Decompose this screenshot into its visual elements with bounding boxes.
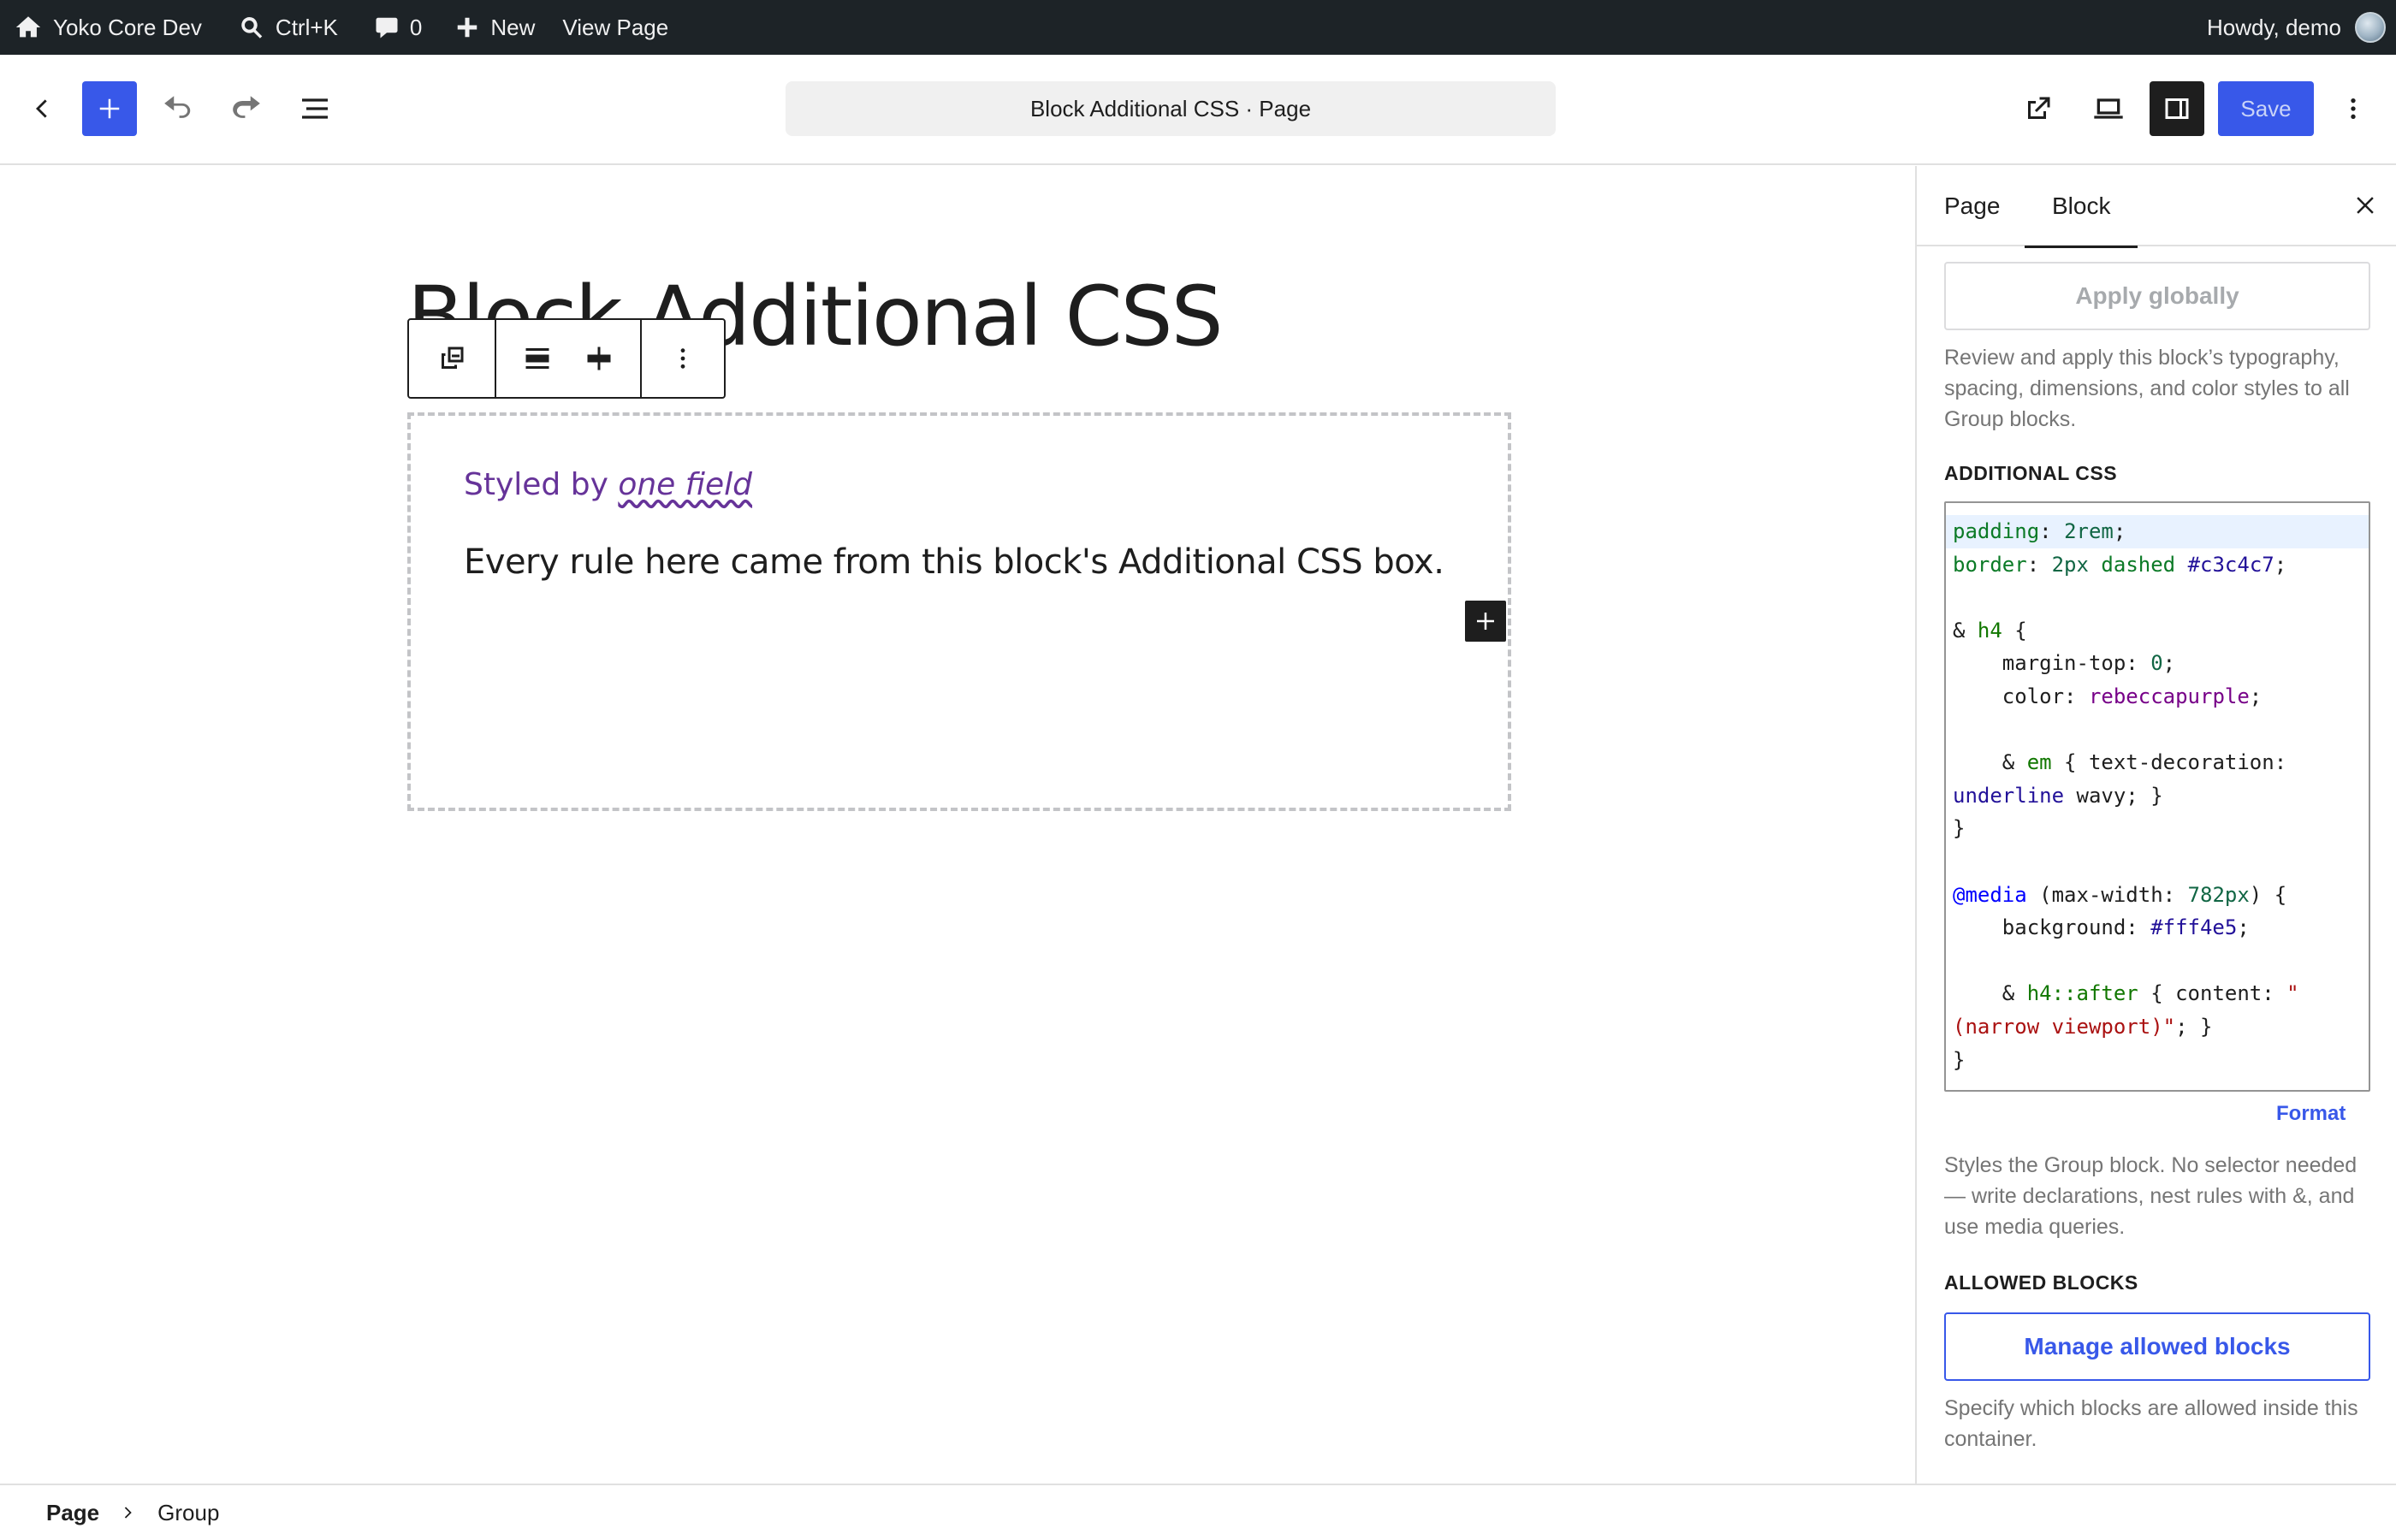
heading-emphasis: one field [618, 467, 753, 502]
tab-page[interactable]: Page [1944, 166, 2000, 246]
site-name-link[interactable]: Yoko Core Dev [0, 0, 214, 55]
code-line: underline wavy; } [1953, 783, 2163, 808]
code-line: } [1953, 1047, 1966, 1072]
comment-icon [376, 17, 398, 38]
search-shortcut: Ctrl+K [275, 14, 338, 40]
apply-globally-button[interactable]: Apply globally [1944, 262, 2370, 330]
external-link-icon [2028, 97, 2050, 119]
allowed-blocks-label: ALLOWED BLOCKS [1944, 1271, 2138, 1294]
transform-button[interactable] [409, 320, 495, 397]
plus-icon [99, 98, 120, 119]
view-page-label: View Page [562, 14, 669, 40]
settings-sidebar: Page Block Apply globally Review and app… [1915, 166, 2396, 1484]
sidebar-tabs: Page Block [1917, 166, 2396, 248]
breadcrumb-page[interactable]: Page [46, 1500, 99, 1526]
group-heading[interactable]: Styled by one field [464, 467, 752, 502]
editor-header: Block Additional CSS · Page Save [0, 55, 2396, 165]
block-appender-button[interactable] [1465, 601, 1506, 642]
code-line: color: rebeccapurple; [1953, 684, 2263, 708]
more-vertical-icon [2351, 98, 2356, 119]
redo-button[interactable] [222, 81, 270, 136]
additional-css-editor[interactable]: padding: 2rem; border: 2px dashed #c3c4c… [1944, 501, 2370, 1092]
options-menu-button[interactable] [2333, 81, 2374, 136]
heading-prefix: Styled by [464, 467, 619, 502]
more-vertical-icon [680, 348, 685, 369]
justify-button[interactable] [568, 320, 630, 397]
comments-link[interactable]: 0 [362, 0, 434, 55]
group-block[interactable]: Styled by one field Every rule here came… [407, 412, 1511, 811]
additional-css-label: ADDITIONAL CSS [1944, 462, 2118, 484]
comments-count: 0 [409, 14, 423, 40]
view-page-link[interactable]: View Page [550, 0, 680, 55]
admin-bar: Yoko Core Dev Ctrl+K 0 New View Page How… [0, 0, 2396, 55]
back-button[interactable] [21, 81, 62, 136]
sidebar-icon [2165, 98, 2189, 119]
code-line: border: 2px dashed #c3c4c7; [1953, 552, 2287, 577]
group-icon [442, 346, 464, 369]
undo-icon [164, 96, 191, 118]
tab-block[interactable]: Block [2024, 166, 2139, 248]
command-palette-button[interactable]: Ctrl+K [226, 0, 350, 55]
close-sidebar-button[interactable] [2345, 185, 2386, 226]
toolbar-segment-layout [496, 320, 642, 397]
view-page-button[interactable] [2014, 81, 2062, 136]
block-toolbar [407, 318, 726, 399]
code-line: padding: 2rem; [1946, 515, 2369, 548]
undo-button[interactable] [154, 81, 202, 136]
settings-toggle-button[interactable] [2150, 81, 2204, 136]
block-options-button[interactable] [652, 320, 714, 397]
desktop-icon [2094, 98, 2123, 119]
chevron-left-icon [36, 99, 47, 118]
avatar [2355, 12, 2386, 43]
redo-icon [233, 96, 260, 118]
code-line: margin-top: 0; [1953, 651, 2176, 676]
list-view-icon [302, 98, 328, 119]
new-content-link[interactable]: New [442, 0, 547, 55]
site-name: Yoko Core Dev [53, 14, 202, 40]
save-button[interactable]: Save [2218, 81, 2314, 136]
code-line: (narrow viewport)"; } [1953, 1014, 2213, 1039]
code-line: & h4 { [1953, 618, 2027, 643]
group-paragraph[interactable]: Every rule here came from this block's A… [464, 542, 1444, 582]
search-icon [241, 17, 263, 38]
align-button[interactable] [507, 320, 568, 397]
breadcrumb-group[interactable]: Group [157, 1500, 219, 1526]
editor-canvas[interactable]: Block Additional CSS Styled by one field… [0, 166, 1915, 1484]
code-line: & em { text-decoration: [1953, 750, 2287, 775]
block-breadcrumb: Page Group [0, 1484, 2396, 1540]
toolbar-segment-transform [409, 320, 496, 397]
home-icon [15, 16, 41, 38]
plus-icon [1477, 613, 1494, 630]
document-bar[interactable]: Block Additional CSS · Page [786, 81, 1556, 136]
justify-center-icon [587, 346, 611, 370]
code-line: } [1953, 816, 1966, 841]
code-line: @media (max-width: 782px) { [1953, 882, 2287, 907]
greeting: Howdy, demo [2206, 14, 2341, 40]
code-line: & h4::after { content: " [1953, 981, 2299, 1006]
align-wide-icon [525, 348, 549, 369]
close-icon [2357, 197, 2374, 214]
allowed-help-text: Specify which blocks are allowed inside … [1944, 1396, 2358, 1451]
document-title: Block Additional CSS · Page [1029, 95, 1312, 121]
document-overview-button[interactable] [289, 81, 341, 136]
apply-help-text: Review and apply this block’s typography… [1944, 346, 2350, 431]
account-menu[interactable]: Howdy, demo [2207, 0, 2396, 55]
manage-allowed-blocks-button[interactable]: Manage allowed blocks [1944, 1312, 2370, 1381]
chevron-right-icon [120, 1504, 137, 1521]
css-help-text: Styles the Group block. No selector need… [1944, 1153, 2357, 1239]
toolbar-segment-options [642, 320, 724, 397]
format-button[interactable]: Format [2276, 1102, 2346, 1126]
code-line: background: #fff4e5; [1953, 915, 2250, 940]
plus-icon [458, 17, 477, 38]
new-label: New [490, 14, 536, 40]
block-inserter-button[interactable] [82, 81, 137, 136]
device-preview-button[interactable] [2083, 81, 2134, 136]
